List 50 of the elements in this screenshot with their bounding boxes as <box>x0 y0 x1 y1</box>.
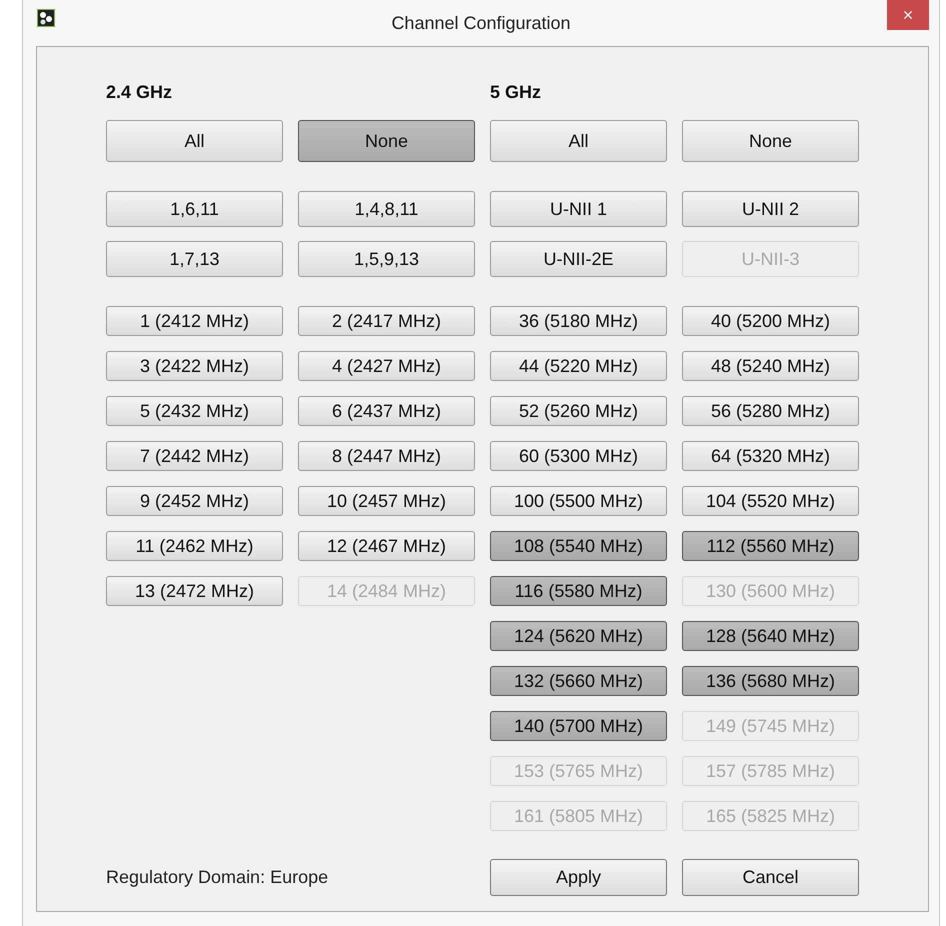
channel-button[interactable]: 52 (5260 MHz) <box>490 396 667 426</box>
band-heading: 5 GHz <box>490 81 542 104</box>
preset-button[interactable]: 1,5,9,13 <box>298 241 475 277</box>
channel-button[interactable]: 8 (2447 MHz) <box>298 441 475 471</box>
channel-button[interactable]: 4 (2427 MHz) <box>298 351 475 381</box>
channel-button[interactable]: 48 (5240 MHz) <box>682 351 859 381</box>
band-heading: 2.4 GHz <box>106 81 174 104</box>
none-button[interactable]: None <box>682 120 859 162</box>
none-button[interactable]: None <box>298 120 475 162</box>
channel-button[interactable]: 2 (2417 MHz) <box>298 306 475 336</box>
channel-button[interactable]: 3 (2422 MHz) <box>106 351 283 381</box>
channel-button[interactable]: 56 (5280 MHz) <box>682 396 859 426</box>
all-button[interactable]: All <box>490 120 667 162</box>
channel-button[interactable]: 64 (5320 MHz) <box>682 441 859 471</box>
app-icon <box>37 9 55 27</box>
all-button[interactable]: All <box>106 120 283 162</box>
channel-button[interactable]: 40 (5200 MHz) <box>682 306 859 336</box>
channel-button[interactable]: 140 (5700 MHz) <box>490 711 667 741</box>
channel-button[interactable]: 104 (5520 MHz) <box>682 486 859 516</box>
preset-button[interactable]: U-NII 1 <box>490 191 667 227</box>
channel-button[interactable]: 136 (5680 MHz) <box>682 666 859 696</box>
channel-button[interactable]: 112 (5560 MHz) <box>682 531 859 561</box>
apply-button[interactable]: Apply <box>490 859 667 896</box>
channel-button[interactable]: 116 (5580 MHz) <box>490 576 667 606</box>
preset-button[interactable]: 1,4,8,11 <box>298 191 475 227</box>
window-title: Channel Configuration <box>391 12 571 35</box>
close-button[interactable]: × <box>887 0 929 30</box>
channel-button[interactable]: 12 (2467 MHz) <box>298 531 475 561</box>
channel-button[interactable]: 36 (5180 MHz) <box>490 306 667 336</box>
channel-button[interactable]: 7 (2442 MHz) <box>106 441 283 471</box>
channel-button[interactable]: 10 (2457 MHz) <box>298 486 475 516</box>
regulatory-domain-label: Regulatory Domain: Europe <box>106 866 330 889</box>
channel-button[interactable]: 1 (2412 MHz) <box>106 306 283 336</box>
channel-button[interactable]: 5 (2432 MHz) <box>106 396 283 426</box>
channel-button[interactable]: 60 (5300 MHz) <box>490 441 667 471</box>
cancel-button[interactable]: Cancel <box>682 859 859 896</box>
preset-button[interactable]: 1,7,13 <box>106 241 283 277</box>
channel-button[interactable]: 9 (2452 MHz) <box>106 486 283 516</box>
channel-button[interactable]: 132 (5660 MHz) <box>490 666 667 696</box>
channel-button[interactable]: 6 (2437 MHz) <box>298 396 475 426</box>
channel-button[interactable]: 128 (5640 MHz) <box>682 621 859 651</box>
channel-button[interactable]: 100 (5500 MHz) <box>490 486 667 516</box>
channel-button[interactable]: 108 (5540 MHz) <box>490 531 667 561</box>
channel-button[interactable]: 124 (5620 MHz) <box>490 621 667 651</box>
preset-button[interactable]: U-NII-2E <box>490 241 667 277</box>
preset-button[interactable]: U-NII 2 <box>682 191 859 227</box>
channel-button[interactable]: 11 (2462 MHz) <box>106 531 283 561</box>
preset-button[interactable]: 1,6,11 <box>106 191 283 227</box>
channel-button[interactable]: 13 (2472 MHz) <box>106 576 283 606</box>
channel-button[interactable]: 44 (5220 MHz) <box>490 351 667 381</box>
